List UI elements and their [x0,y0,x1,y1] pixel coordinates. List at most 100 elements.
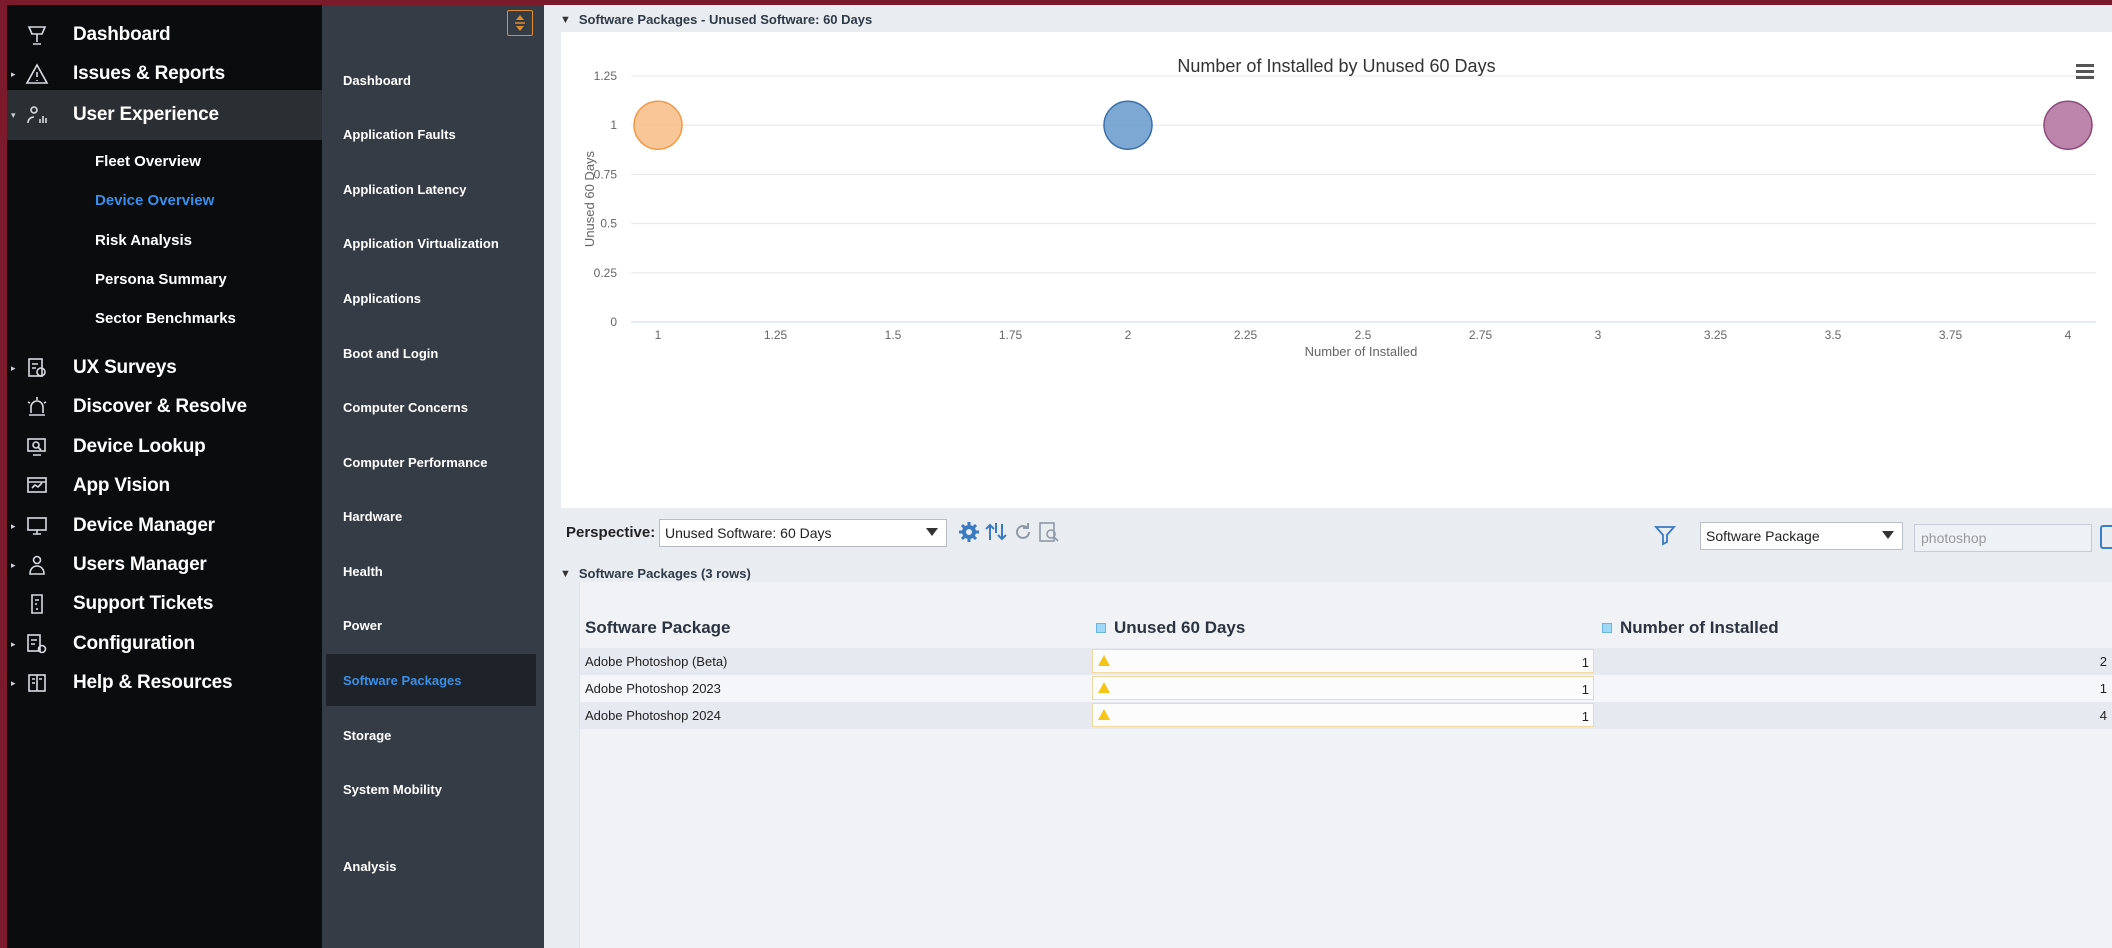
subnav-persona-summary[interactable]: Persona Summary [95,271,227,288]
main-content: ▼ Software Packages - Unused Software: 6… [544,5,2112,948]
y-axis-title: Unused 60 Days [582,150,597,247]
chart-menu-icon[interactable] [2076,64,2094,80]
subnav-item-analysis[interactable]: Analysis [326,840,536,892]
warning-icon [1098,655,1110,666]
y-tick-label: 0.25 [594,266,618,280]
perspective-value: Unused Software: 60 Days [665,525,832,541]
chart-section-header[interactable]: ▼ Software Packages - Unused Software: 6… [554,7,2112,32]
x-tick-label: 2.25 [1234,328,1258,342]
x-tick-label: 2.75 [1469,328,1493,342]
nav-label: User Experience [73,104,219,125]
export-search-icon[interactable] [1037,520,1061,544]
subnav-sector-benchmarks[interactable]: Sector Benchmarks [95,310,236,327]
cell-unused-60-days: 1 [1092,703,1594,727]
cell-number-installed: 2 [2099,654,2107,669]
nav-label: Device Lookup [73,436,206,457]
dropdown-arrow-icon [926,528,938,536]
nav-label: Help & Resources [73,672,233,693]
nav-item-user-experience[interactable]: ▾ User Experience [7,90,322,140]
filter-input[interactable]: photoshop [1914,524,2092,552]
data-point [2043,100,2093,150]
perspective-dropdown[interactable]: Unused Software: 60 Days [659,519,947,547]
data-point [633,100,683,150]
subnav-item-application-virtualization[interactable]: Application Virtualization [326,217,536,269]
caret-right-icon: ▸ [11,362,16,373]
left-navigation: Dashboard ▸ Issues & Reports ▾ User Expe… [7,5,322,948]
column-header-number-installed[interactable]: Number of Installed [1602,618,1779,638]
subnav-item-application-faults[interactable]: Application Faults [326,108,536,160]
y-tick-label: 0.75 [594,167,618,181]
subnav-item-computer-concerns[interactable]: Computer Concerns [326,381,536,433]
table-row[interactable]: Adobe Photoshop 2024 1 4 [580,702,2112,729]
caret-right-icon: ▸ [11,559,16,570]
collapse-triangle-icon: ▼ [560,567,571,580]
subnav-item-applications[interactable]: Applications [326,272,536,324]
table-row[interactable]: Adobe Photoshop 2023 1 1 [580,675,2112,702]
collapse-triangle-icon: ▼ [560,13,571,26]
subnav-item-hardware[interactable]: Hardware [326,490,536,542]
device-search-icon [23,433,51,461]
table-row[interactable]: Adobe Photoshop (Beta) 1 2 [580,648,2112,675]
x-tick-label: 3.5 [1825,328,1842,342]
perspective-label: Perspective: [566,524,656,541]
refresh-icon[interactable] [1011,520,1035,544]
cell-unused-60-days: 1 [1092,649,1594,673]
subnav-item-system-mobility[interactable]: System Mobility [326,763,536,815]
caret-right-icon: ▸ [11,638,16,649]
sort-arrows-icon[interactable] [984,520,1008,544]
x-tick-label: 1 [655,328,662,342]
cell-number-installed: 1 [2099,681,2107,696]
series-swatch-icon [1096,623,1106,633]
cell-number-installed: 4 [2099,708,2107,723]
x-tick-label: 2 [1125,328,1132,342]
scatter-chart: 00.250.50.7511.251 1.25 1.5 1.75 2 2.25 2.5 2.7… [582,69,2096,359]
alarm-icon [23,393,51,421]
subnav-item-boot-and-login[interactable]: Boot and Login [326,327,536,379]
nav-label: Device Manager [73,515,215,536]
subnav-item-dashboard[interactable]: Dashboard [326,54,536,106]
filter-field-dropdown[interactable]: Software Package [1700,522,1903,550]
warning-icon [1098,709,1110,720]
subnav-item-health[interactable]: Health [326,545,536,597]
data-point [1103,100,1153,150]
subnav-item-computer-performance[interactable]: Computer Performance [326,436,536,488]
x-tick-label: 2.5 [1355,328,1372,342]
caret-right-icon: ▸ [11,68,16,79]
subnav-device-overview[interactable]: Device Overview [95,192,214,209]
nav-label: Discover & Resolve [73,396,247,417]
filter-icon[interactable] [1653,523,1677,547]
caret-right-icon: ▸ [11,520,16,531]
column-header-label: Software Package [585,618,731,637]
monitor-icon [23,512,51,540]
perspective-toolbar: Perspective: Unused Software: 60 Days So… [544,510,2112,556]
caret-right-icon: ▸ [11,677,16,688]
trophy-icon [23,21,51,49]
subnav-item-power[interactable]: Power [326,599,536,651]
cell-unused-60-days: 1 [1092,676,1594,700]
dropdown-arrow-icon [1882,531,1894,539]
nav-item-help-resources[interactable]: ▸ Help & Resources [7,658,322,708]
subnav-item-software-packages[interactable]: Software Packages [326,654,536,706]
column-header-label: Number of Installed [1620,618,1779,637]
y-tick-label: 0 [610,315,617,329]
subnav-risk-analysis[interactable]: Risk Analysis [95,232,192,249]
subnav-item-storage[interactable]: Storage [326,709,536,761]
secondary-navigation: Dashboard Application Faults Application… [322,5,544,948]
cell-software-package: Adobe Photoshop 2023 [585,681,721,696]
cell-value: 1 [1581,709,1589,724]
y-tick-label: 1 [610,118,617,132]
chart-panel: 0 0.25 0.5 0.75 1 1.25 1 1.25 1.5 1.75 2 2.25 2.5 2.7… [561,32,2112,508]
app-vision-icon [23,472,51,500]
filter-apply-button[interactable] [2100,525,2112,549]
expand-collapse-icon [515,15,525,31]
collapse-expand-button[interactable] [507,10,533,36]
ticket-icon [23,590,51,618]
column-header-software-package[interactable]: Software Package [585,618,731,638]
subnav-fleet-overview[interactable]: Fleet Overview [95,153,201,170]
x-tick-label: 1.5 [885,328,902,342]
column-header-unused-60-days[interactable]: Unused 60 Days [1096,618,1245,638]
subnav-item-application-latency[interactable]: Application Latency [326,163,536,215]
gear-icon[interactable] [957,520,981,544]
x-axis-title: Number of Installed [1305,344,1418,359]
x-tick-label: 4 [2065,328,2072,342]
